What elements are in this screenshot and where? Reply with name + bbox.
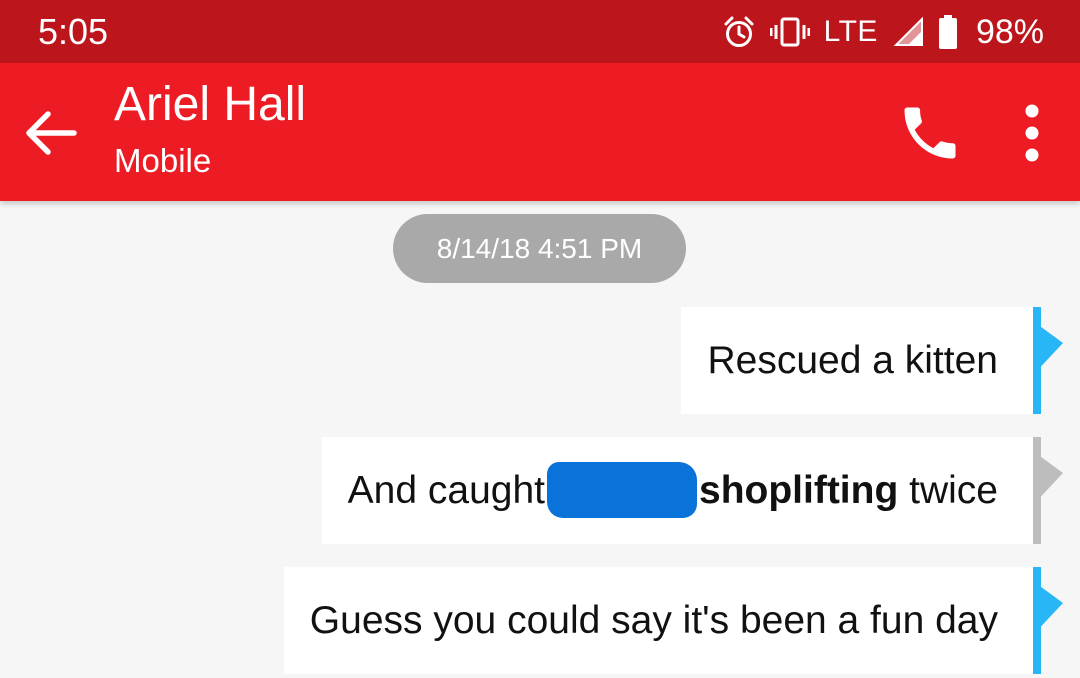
status-bar: 5:05 LTE 98%: [0, 0, 1080, 63]
message-bubble[interactable]: Guess you could say it's been a fun day: [283, 567, 1063, 674]
status-time: 5:05: [38, 11, 109, 52]
app-bar: Ariel Hall Mobile: [0, 63, 1080, 201]
back-button[interactable]: [18, 101, 82, 165]
back-arrow-icon: [26, 111, 77, 155]
message-text-bold: shoplifting: [699, 469, 899, 512]
sent-indicator-icon: [1033, 321, 1063, 375]
redaction-mark: [547, 461, 697, 518]
battery-percent: 98%: [975, 12, 1044, 51]
network-type: LTE: [823, 15, 878, 48]
sent-indicator-icon: [1033, 581, 1063, 635]
more-options-button[interactable]: [1010, 99, 1054, 167]
message-bubble[interactable]: Rescued a kitten: [681, 307, 1063, 414]
contact-name: Ariel Hall: [114, 78, 307, 131]
status-icons: LTE 98%: [722, 12, 1044, 52]
message-bubble[interactable]: And caught shoplifting twice: [321, 437, 1063, 544]
phone-icon: [904, 107, 956, 159]
message-text-after: twice: [909, 469, 998, 512]
conversation-timestamp: 8/14/18 4:51 PM: [393, 214, 686, 283]
message-text: Guess you could say it's been a fun day: [309, 599, 998, 642]
signal-icon: [892, 17, 924, 47]
message-text-before: And caught: [347, 469, 545, 512]
pending-indicator-icon: [1033, 451, 1063, 505]
contact-type: Mobile: [114, 142, 212, 179]
call-button[interactable]: [896, 99, 964, 167]
battery-icon: [938, 15, 958, 49]
message-text: Rescued a kitten: [707, 339, 998, 382]
alarm-icon: [722, 15, 756, 49]
more-vert-icon: [1025, 104, 1039, 162]
vibrate-icon: [769, 17, 810, 47]
